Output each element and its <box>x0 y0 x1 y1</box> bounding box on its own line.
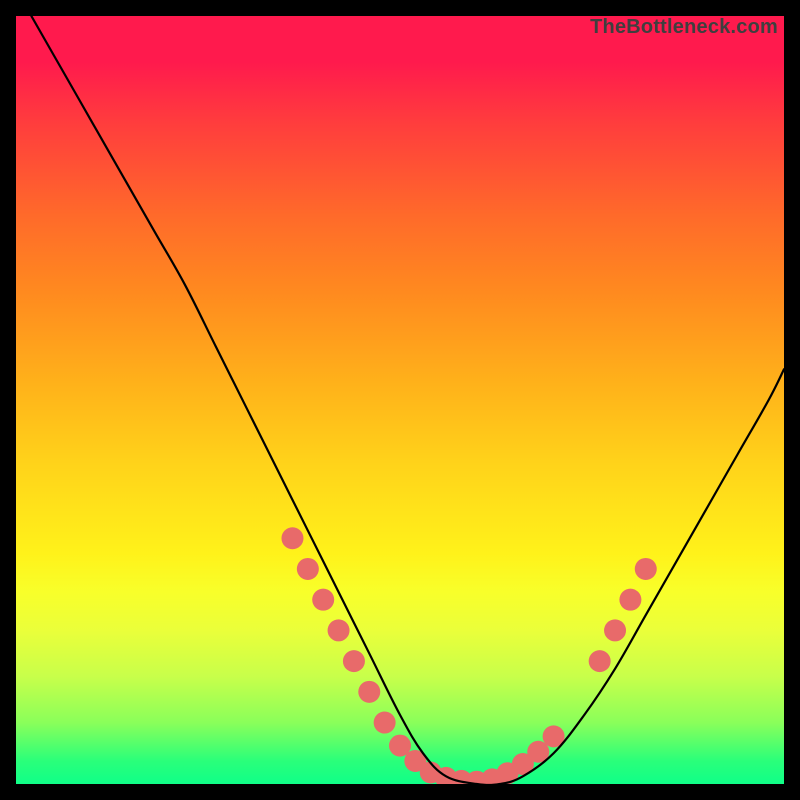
highlight-dot <box>297 558 319 580</box>
highlight-dot <box>619 589 641 611</box>
highlight-dot <box>374 712 396 734</box>
curve-svg <box>16 16 784 784</box>
chart-frame: TheBottleneck.com <box>0 0 800 800</box>
highlight-dot <box>328 619 350 641</box>
highlight-dot <box>281 527 303 549</box>
plot-area: TheBottleneck.com <box>16 16 784 784</box>
highlight-dot <box>312 589 334 611</box>
marker-layer <box>281 527 656 784</box>
highlight-dot <box>604 619 626 641</box>
bottleneck-curve <box>31 16 784 784</box>
highlight-dot <box>358 681 380 703</box>
highlight-dot <box>343 650 365 672</box>
highlight-dot <box>635 558 657 580</box>
highlight-dot <box>589 650 611 672</box>
watermark-text: TheBottleneck.com <box>590 16 778 39</box>
